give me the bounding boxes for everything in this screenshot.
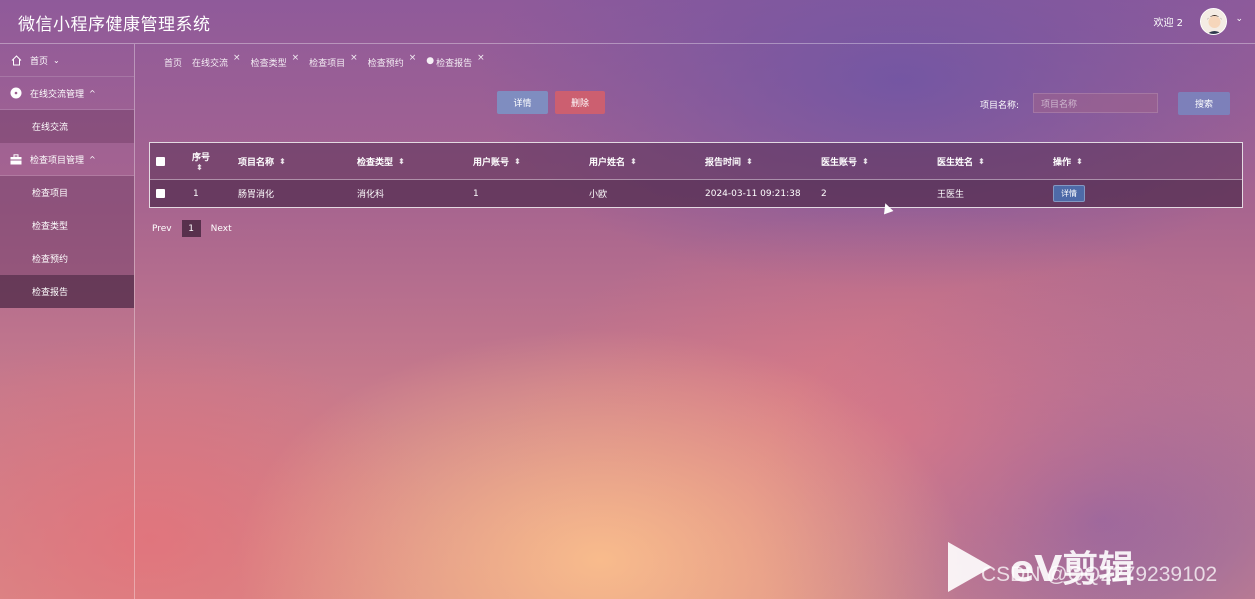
home-icon xyxy=(10,54,22,66)
close-icon[interactable]: × xyxy=(409,53,417,63)
sidebar-group-exam[interactable]: 检查项目管理 ^ xyxy=(0,143,134,176)
active-dot-icon: ● xyxy=(426,56,435,66)
sidebar: 首页 ⌄ 在线交流管理 ^ 在线交流 检查项目管理 ^ 检查项目 检查类型 检查… xyxy=(0,44,135,599)
sort-icon: ⬍ xyxy=(630,156,637,166)
close-icon[interactable]: × xyxy=(350,53,358,63)
table-cell: 消化科 xyxy=(357,190,385,200)
column-header[interactable]: 医生姓名 ⬍ xyxy=(937,143,985,179)
tab-bar: 首页 在线交流 × 检查类型 × 检查项目 × 检查预约 × ● 检查报告 × xyxy=(164,53,495,70)
sidebar-item-exam-item[interactable]: 检查项目 xyxy=(0,176,134,209)
top-bar: 微信小程序健康管理系统 欢迎 2 ⌄ xyxy=(0,0,1255,44)
table-row[interactable]: 1 肠胃消化 消化科 1 小欧 2024-03-11 09:21:38 2 王医… xyxy=(150,180,1242,207)
user-avatar[interactable] xyxy=(1200,8,1227,35)
detail-button[interactable]: 详情 xyxy=(497,91,548,114)
sidebar-item-online-chat[interactable]: 在线交流 xyxy=(0,110,134,143)
chevron-up-icon: ^ xyxy=(89,88,96,98)
search-label: 项目名称: xyxy=(980,101,1020,111)
table-cell: 1 xyxy=(193,188,199,199)
next-button[interactable]: Next xyxy=(211,224,232,234)
sidebar-item-label: 检查报告 xyxy=(32,288,69,298)
column-header[interactable]: 序号 ⬍ xyxy=(192,143,210,179)
column-header[interactable]: 检查类型 ⬍ xyxy=(357,143,405,179)
welcome-text: 欢迎 2 xyxy=(1153,18,1183,29)
delete-button[interactable]: 删除 xyxy=(555,91,605,114)
row-detail-button[interactable]: 详情 xyxy=(1053,185,1085,202)
table-cell: 小欧 xyxy=(589,190,608,200)
sidebar-item-home[interactable]: 首页 ⌄ xyxy=(0,44,134,77)
sort-icon: ⬍ xyxy=(1076,156,1083,166)
column-header[interactable]: 报告时间 ⬍ xyxy=(705,143,753,179)
sidebar-group-label: 在线交流管理 xyxy=(30,89,85,100)
close-icon[interactable]: × xyxy=(292,53,300,63)
sort-icon: ⬍ xyxy=(279,156,286,166)
column-header[interactable]: 用户姓名 ⬍ xyxy=(589,143,637,179)
tab-label: 检查项目 xyxy=(309,59,346,69)
row-action-cell: 详情 xyxy=(1053,180,1085,207)
watermark-csdn: CSDN @QQ2279239102 xyxy=(981,563,1218,586)
sidebar-item-label: 在线交流 xyxy=(32,123,69,133)
briefcase-icon xyxy=(10,153,22,165)
pagination: Prev 1 Next xyxy=(152,220,232,237)
close-icon[interactable]: × xyxy=(233,53,241,63)
column-header[interactable]: 操作 ⬍ xyxy=(1053,143,1083,179)
chevron-down-icon: ⌄ xyxy=(53,55,60,65)
search-button[interactable]: 搜索 xyxy=(1178,92,1230,115)
sidebar-item-exam-report[interactable]: 检查报告 xyxy=(0,275,134,308)
tab-home[interactable]: 首页 xyxy=(164,56,182,70)
table-cell: 肠胃消化 xyxy=(238,190,275,200)
tab-exam-report[interactable]: ● 检查报告 × xyxy=(426,53,485,70)
tab-label: 在线交流 xyxy=(192,59,229,69)
page-number-button[interactable]: 1 xyxy=(181,220,201,237)
video-watermark: eV剪辑 CSDN @QQ2279239102 xyxy=(948,538,1248,596)
sidebar-group-chat[interactable]: 在线交流管理 ^ xyxy=(0,77,134,110)
sort-icon: ⬍ xyxy=(398,156,405,166)
close-icon[interactable]: × xyxy=(477,53,485,63)
table-header: 序号 ⬍ 项目名称 ⬍ 检查类型 ⬍ 用户账号 ⬍ 用户姓名 ⬍ 报告时间 ⬍ 医生账号 ⬍… xyxy=(150,143,1242,180)
tab-exam-item[interactable]: 检查项目 × xyxy=(309,53,358,70)
sort-icon: ⬍ xyxy=(862,156,869,166)
table-cell: 王医生 xyxy=(937,190,965,200)
tab-label: 检查报告 xyxy=(436,59,473,69)
report-table: 序号 ⬍ 项目名称 ⬍ 检查类型 ⬍ 用户账号 ⬍ 用户姓名 ⬍ 报告时间 ⬍ 医生账号 ⬍… xyxy=(149,142,1243,208)
column-header[interactable]: 用户账号 ⬍ xyxy=(473,143,521,179)
sidebar-item-label: 检查项目 xyxy=(32,189,69,199)
sort-icon: ⬍ xyxy=(746,156,753,166)
sort-icon: ⬍ xyxy=(514,156,521,166)
column-header[interactable]: 医生账号 ⬍ xyxy=(821,143,869,179)
chevron-up-icon: ^ xyxy=(89,154,96,164)
sidebar-item-exam-type[interactable]: 检查类型 xyxy=(0,209,134,242)
sidebar-group-label: 检查项目管理 xyxy=(30,155,85,166)
sort-icon: ⬍ xyxy=(196,163,203,172)
tab-label: 检查类型 xyxy=(250,59,287,69)
sidebar-item-label: 首页 xyxy=(30,56,49,67)
table-cell: 2 xyxy=(821,188,827,199)
tab-label: 首页 xyxy=(164,59,183,69)
chat-icon xyxy=(10,87,22,99)
sidebar-item-label: 检查类型 xyxy=(32,222,69,232)
sort-icon: ⬍ xyxy=(978,156,985,166)
prev-button[interactable]: Prev xyxy=(152,224,172,234)
sidebar-item-exam-booking[interactable]: 检查预约 xyxy=(0,242,134,275)
select-all-checkbox[interactable] xyxy=(156,143,165,179)
table-cell: 1 xyxy=(473,188,479,199)
sidebar-item-label: 检查预约 xyxy=(32,255,69,265)
chevron-down-icon[interactable]: ⌄ xyxy=(1235,14,1243,24)
column-header[interactable]: 项目名称 ⬍ xyxy=(238,143,286,179)
table-cell: 2024-03-11 09:21:38 xyxy=(705,188,801,199)
row-checkbox[interactable] xyxy=(156,180,165,207)
search-input[interactable]: 项目名称 xyxy=(1033,93,1158,113)
tab-label: 检查预约 xyxy=(367,59,404,69)
app-title: 微信小程序健康管理系统 xyxy=(18,15,211,35)
tab-online-chat[interactable]: 在线交流 × xyxy=(192,53,241,70)
tab-exam-booking[interactable]: 检查预约 × xyxy=(367,53,417,70)
tab-exam-type[interactable]: 检查类型 × xyxy=(250,53,300,70)
